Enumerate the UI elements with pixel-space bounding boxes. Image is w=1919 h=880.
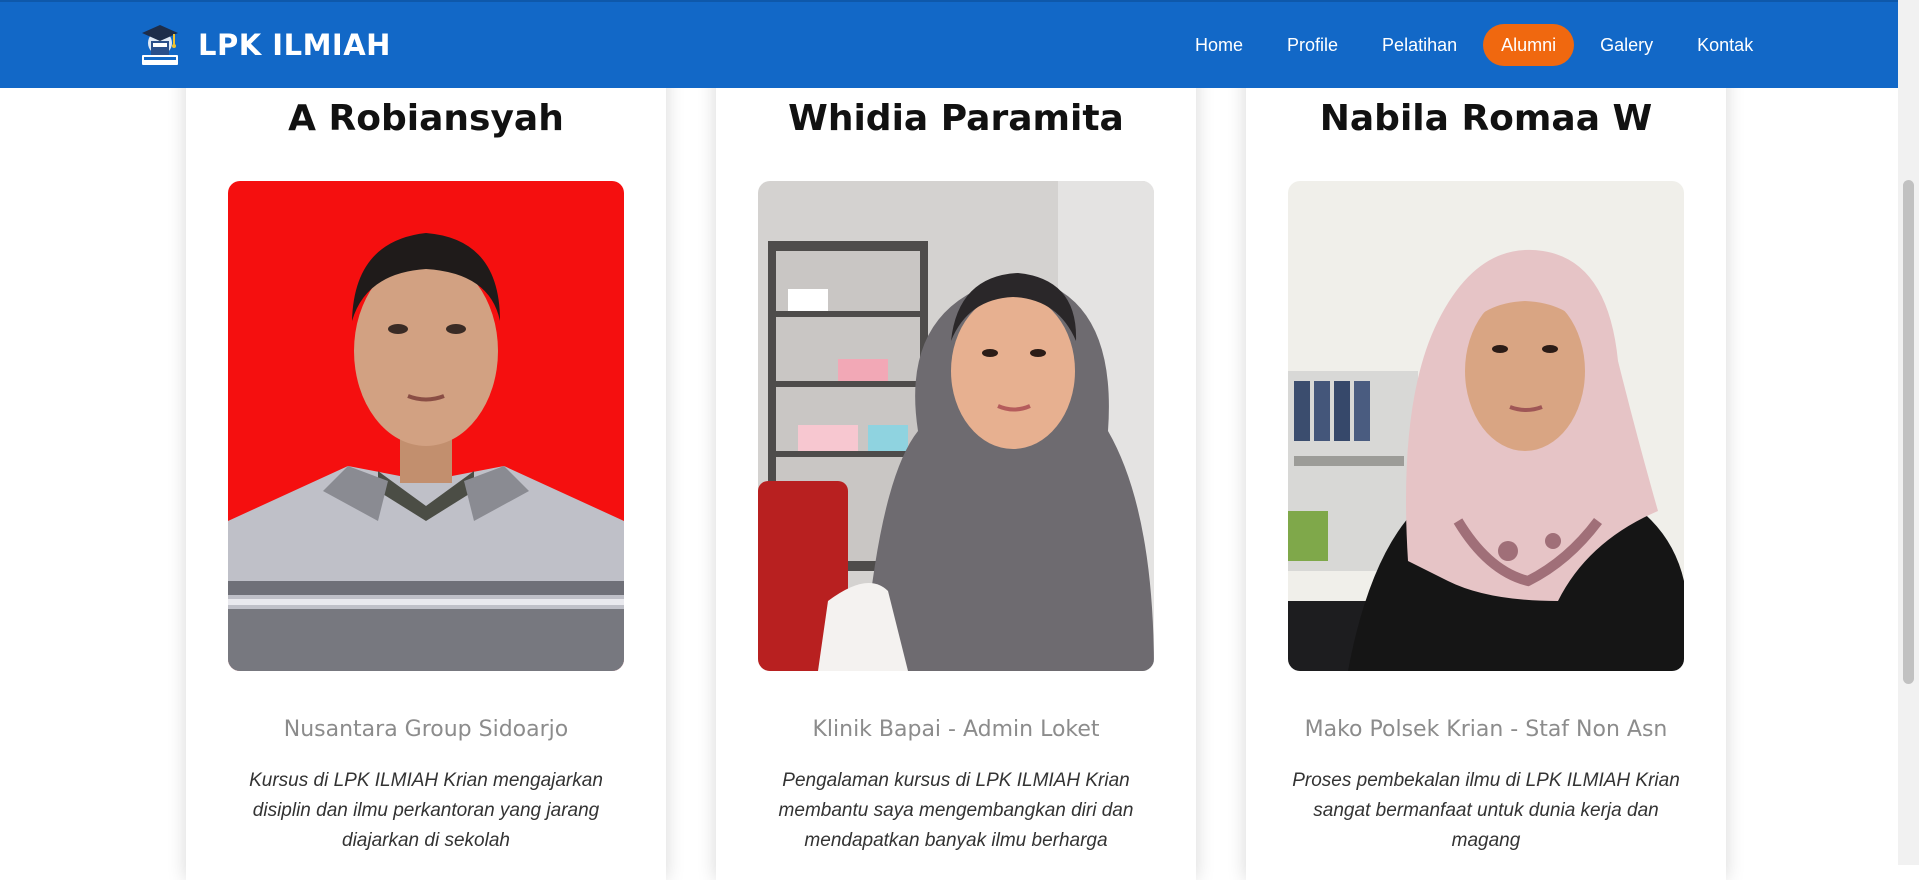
nav-pelatihan[interactable]: Pelatihan xyxy=(1364,24,1475,66)
alumni-card: Nabila Romaa W Mako Polsek Krian - Staf … xyxy=(1246,60,1726,880)
nav-galery[interactable]: Galery xyxy=(1582,24,1671,66)
alumni-photo-nabila xyxy=(1288,181,1684,671)
alumni-name: Whidia Paramita xyxy=(788,98,1124,139)
alumni-photo-whidia xyxy=(758,181,1154,671)
alumni-quote: Proses pembekalan ilmu di LPK ILMIAH Kri… xyxy=(1292,770,1680,851)
main-nav: Home Profile Pelatihan Alumni Galery Kon… xyxy=(1177,24,1779,66)
alumni-quote: Kursus di LPK ILMIAH Krian mengajarkan d… xyxy=(249,770,603,851)
alumni-name: Nabila Romaa W xyxy=(1319,98,1653,139)
graduation-book-logo-icon xyxy=(142,25,178,65)
nav-home[interactable]: Home xyxy=(1177,24,1261,66)
alumni-job: Klinik Bapai - Admin Loket xyxy=(812,717,1100,742)
brand-logo-link[interactable]: LPK ILMIAH xyxy=(138,20,391,70)
alumni-card: Whidia Paramita Klinik Bapai - Admin Lok… xyxy=(716,60,1196,880)
brand-name: LPK ILMIAH xyxy=(198,28,391,62)
top-navbar: LPK ILMIAH Home Profile Pelatihan Alumni… xyxy=(0,0,1898,88)
alumni-photo-robiansyah xyxy=(228,181,624,671)
nav-profile[interactable]: Profile xyxy=(1269,24,1356,66)
scrollbar-thumb[interactable] xyxy=(1903,180,1914,684)
alumni-quote: Pengalaman kursus di LPK ILMIAH Krian me… xyxy=(778,770,1134,851)
vertical-scrollbar[interactable] xyxy=(1898,0,1919,865)
alumni-job: Mako Polsek Krian - Staf Non Asn xyxy=(1304,717,1668,742)
alumni-job: Nusantara Group Sidoarjo xyxy=(283,717,569,742)
alumni-name: A Robiansyah xyxy=(288,98,564,139)
alumni-card: A Robiansyah Nusantara Group Sidoarjo Ku… xyxy=(186,60,666,880)
nav-kontak[interactable]: Kontak xyxy=(1679,24,1771,66)
nav-alumni[interactable]: Alumni xyxy=(1483,24,1575,66)
